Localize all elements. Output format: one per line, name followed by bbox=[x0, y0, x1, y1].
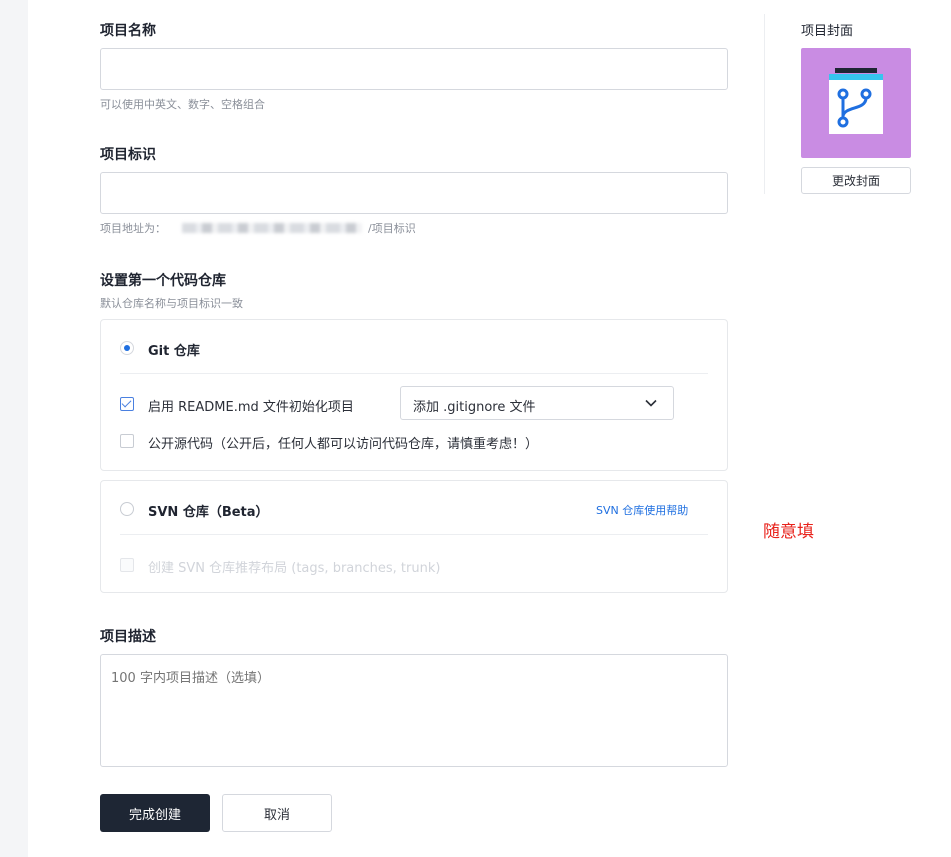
svn-layout-checkbox[interactable] bbox=[120, 558, 134, 572]
svn-divider bbox=[120, 534, 708, 535]
cover-title: 项目封面 bbox=[801, 24, 854, 39]
repo-section-title: 设置第一个代码仓库 bbox=[100, 273, 226, 289]
public-source-label: 公开源代码（公开后，任何人都可以访问代码仓库，请慎重考虑！） bbox=[148, 437, 539, 452]
chevron-down-icon bbox=[645, 399, 657, 407]
readme-checkbox[interactable] bbox=[120, 397, 134, 411]
blurred-url bbox=[182, 223, 362, 233]
svn-radio[interactable] bbox=[120, 502, 134, 516]
cover-image bbox=[801, 48, 911, 158]
annotation-text: 随意填 bbox=[763, 522, 814, 542]
git-divider bbox=[120, 373, 708, 374]
project-name-input[interactable] bbox=[100, 48, 728, 90]
svn-repo-card bbox=[100, 480, 728, 593]
svn-help-link[interactable]: SVN 仓库使用帮助 bbox=[596, 502, 688, 518]
public-source-checkbox[interactable] bbox=[120, 434, 134, 448]
project-desc-textarea[interactable] bbox=[100, 654, 728, 767]
project-id-input[interactable] bbox=[100, 172, 728, 214]
repo-section-hint: 默认仓库名称与项目标识一致 bbox=[100, 297, 243, 310]
project-name-label: 项目名称 bbox=[100, 23, 156, 39]
cancel-button[interactable]: 取消 bbox=[222, 794, 332, 832]
git-repo-label: Git 仓库 bbox=[148, 344, 200, 359]
left-sidebar-strip bbox=[0, 0, 28, 857]
create-button[interactable]: 完成创建 bbox=[100, 794, 210, 832]
project-name-hint: 可以使用中英文、数字、空格组合 bbox=[100, 98, 265, 111]
gitignore-select[interactable]: 添加 .gitignore 文件 bbox=[400, 386, 674, 420]
project-address-suffix: /项目标识 bbox=[368, 222, 416, 235]
svn-layout-label: 创建 SVN 仓库推荐布局 (tags, branches, trunk) bbox=[148, 561, 441, 576]
change-cover-button[interactable]: 更改封面 bbox=[801, 167, 911, 194]
project-address-hint: 项目地址为： /项目标识 bbox=[100, 220, 416, 236]
project-id-label: 项目标识 bbox=[100, 147, 156, 163]
git-branch-icon bbox=[829, 68, 883, 134]
cover-column-divider bbox=[764, 14, 765, 194]
project-address-prefix: 项目地址为： bbox=[100, 222, 166, 235]
project-desc-label: 项目描述 bbox=[100, 629, 156, 645]
readme-label: 启用 README.md 文件初始化项目 bbox=[148, 400, 354, 415]
git-radio[interactable] bbox=[120, 341, 134, 355]
svn-repo-label: SVN 仓库（Beta） bbox=[148, 505, 269, 520]
gitignore-select-value: 添加 .gitignore 文件 bbox=[413, 400, 536, 415]
